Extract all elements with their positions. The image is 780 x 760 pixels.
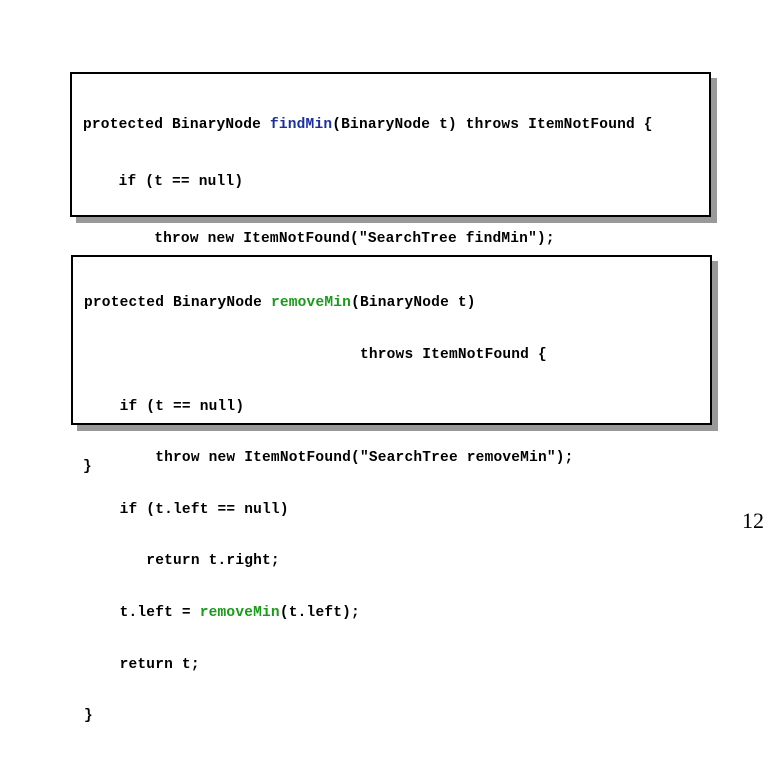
- remove-min-function-name: removeMin: [270, 295, 352, 312]
- code-line: t.left = removeMin(t.left);: [84, 605, 574, 622]
- find-min-function-name: findMin: [269, 117, 333, 133]
- code-text: protected BinaryNode: [84, 295, 271, 312]
- code-line: }: [84, 708, 93, 725]
- code-line: return t;: [84, 656, 200, 673]
- remove-min-code-box: protected BinaryNode removeMin(BinaryNod…: [71, 255, 712, 724]
- code-line: if (t == null): [83, 174, 244, 190]
- code-line: if (t == null): [84, 398, 245, 415]
- code-line: throw new ItemNotFound("SearchTree findM…: [83, 231, 555, 247]
- code-text: (BinaryNode t) throws ItemNotFound {: [332, 117, 653, 133]
- remove-min-recursive-call: removeMin: [199, 605, 280, 622]
- remove-min-code: protected BinaryNode removeMin(BinaryNod…: [84, 261, 574, 760]
- code-text: protected BinaryNode: [83, 117, 270, 133]
- code-line: return t.right;: [84, 553, 280, 570]
- code-text: (t.left);: [279, 605, 360, 622]
- page-number: 12: [742, 508, 764, 533]
- code-text: t.left =: [84, 605, 200, 622]
- code-line: throws ItemNotFound {: [84, 347, 547, 364]
- code-line: throw new ItemNotFound("SearchTree remov…: [84, 450, 574, 467]
- code-line: protected BinaryNode findMin(BinaryNode …: [83, 116, 653, 135]
- code-text: (BinaryNode t): [351, 295, 476, 312]
- code-line: if (t.left == null): [84, 501, 289, 518]
- find-min-code-box: protected BinaryNode findMin(BinaryNode …: [70, 72, 711, 475]
- code-line: protected BinaryNode removeMin(BinaryNod…: [84, 295, 574, 312]
